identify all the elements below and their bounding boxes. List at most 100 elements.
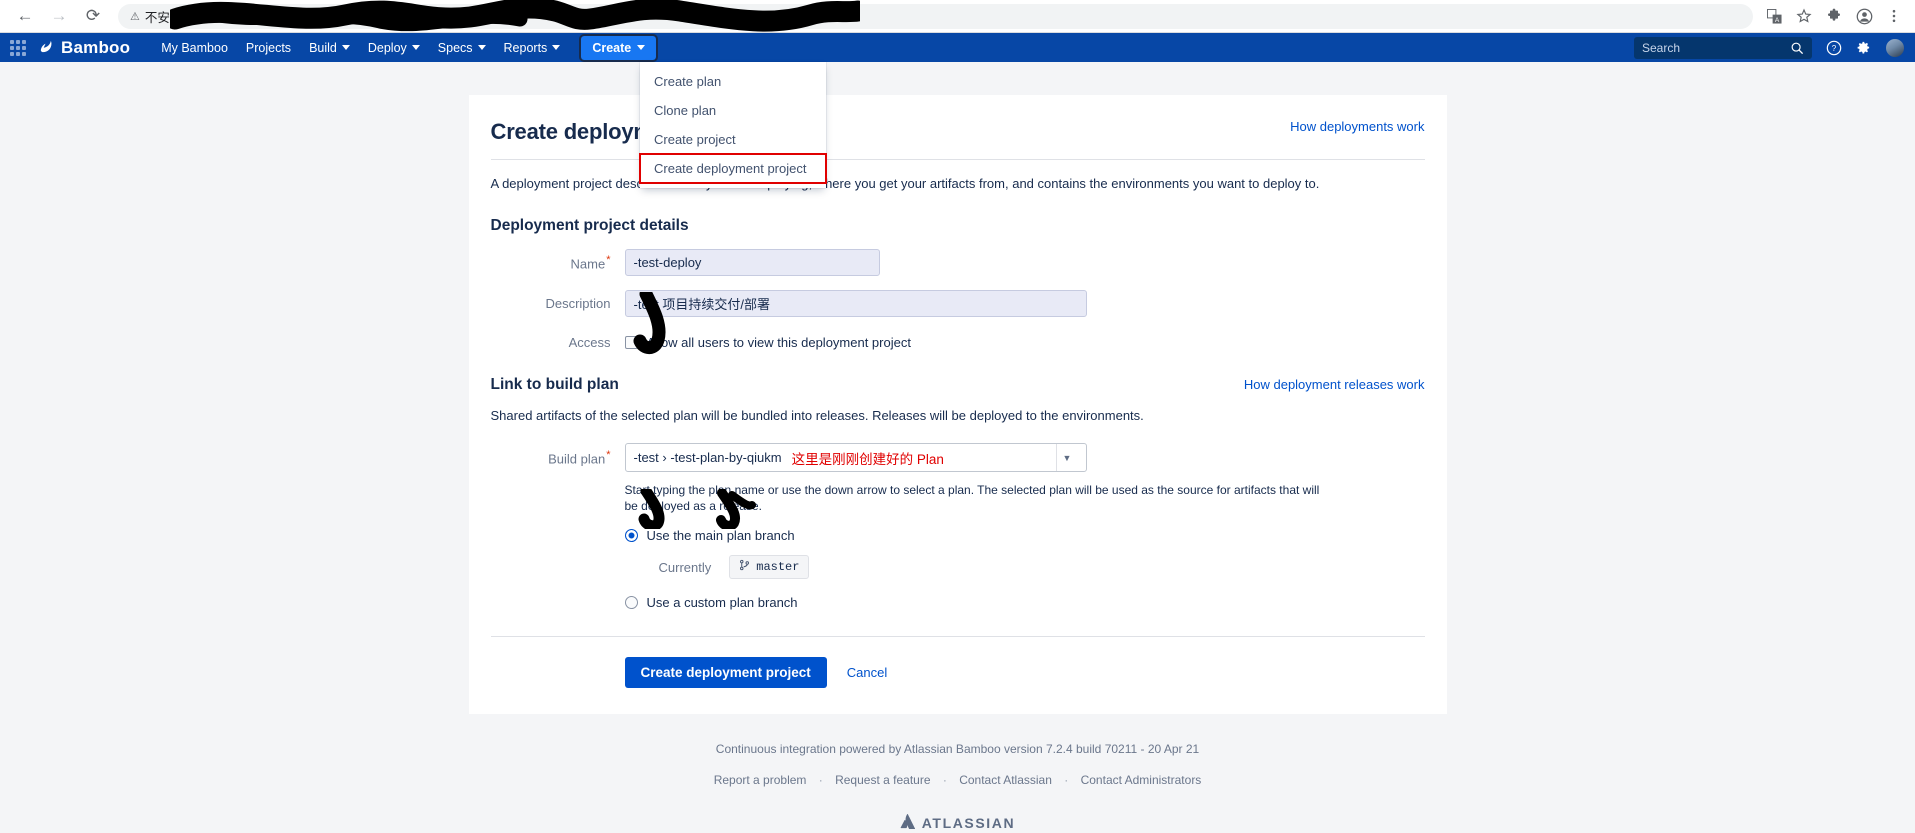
footer-link-request-feature[interactable]: Request a feature xyxy=(835,773,930,787)
translate-icon[interactable]: A xyxy=(1767,8,1782,24)
footer-link-contact-administrators[interactable]: Contact Administrators xyxy=(1081,773,1202,787)
allow-all-users-checkbox[interactable] xyxy=(624,336,638,349)
build-plan-value: -test › -test-plan-by-qiukm xyxy=(633,450,782,465)
name-label: Name* xyxy=(491,254,625,271)
required-asterisk: * xyxy=(606,448,611,461)
nav-deploy[interactable]: Deploy xyxy=(359,37,429,59)
name-input[interactable]: -test-deploy xyxy=(624,249,880,276)
details-section-heading: Deployment project details xyxy=(490,217,689,234)
chevron-down-icon xyxy=(411,45,420,50)
search-icon[interactable] xyxy=(1790,41,1804,55)
allow-all-users-label: Allow all users to view this deployment … xyxy=(646,335,911,350)
link-section-header: Link to build plan How deployment releas… xyxy=(491,376,1425,394)
cancel-link[interactable]: Cancel xyxy=(847,665,887,680)
use-custom-branch-radio[interactable] xyxy=(624,596,638,610)
nav-label: Deploy xyxy=(367,40,407,55)
title-divider xyxy=(490,159,1425,160)
form-actions: Create deployment project Cancel xyxy=(491,657,1425,689)
actions-divider xyxy=(490,636,1425,638)
menu-item-label: Clone plan xyxy=(654,103,717,118)
description-input[interactable]: -test 项目持续交付/部署 xyxy=(624,290,1087,317)
use-custom-branch-label: Use a custom plan branch xyxy=(646,595,798,611)
chevron-down-icon xyxy=(552,45,561,50)
create-dropdown-menu: Create plan Clone plan Create project Cr… xyxy=(639,62,827,188)
gear-icon[interactable] xyxy=(1856,40,1871,55)
footer-separator: · xyxy=(942,773,947,788)
menu-item-label: Create deployment project xyxy=(654,161,807,176)
bamboo-logo-icon xyxy=(38,38,55,58)
brand-label: Bamboo xyxy=(61,37,131,57)
use-main-branch-label: Use the main plan branch xyxy=(646,528,795,544)
page-body: Create deployment project How deployment… xyxy=(0,62,1915,833)
bamboo-brand[interactable]: Bamboo xyxy=(38,38,130,58)
use-main-branch-radio[interactable] xyxy=(624,529,638,543)
help-question-icon[interactable]: ? xyxy=(1826,40,1842,56)
nav-projects[interactable]: Projects xyxy=(237,37,300,59)
name-input-value: -test-deploy xyxy=(633,255,702,270)
footer-separator: · xyxy=(1064,773,1069,788)
menu-item-create-project[interactable]: Create project xyxy=(640,125,826,154)
header-right-actions: Search ? xyxy=(1634,36,1905,59)
how-deployments-work-link[interactable]: How deployments work xyxy=(1290,119,1424,134)
nav-label: My Bamboo xyxy=(161,40,228,55)
nav-label: Build xyxy=(309,40,337,55)
footer-link-report-problem[interactable]: Report a problem xyxy=(714,773,807,787)
required-asterisk: * xyxy=(606,253,611,266)
currently-branch-row: Currently master xyxy=(658,555,1425,580)
access-label: Access xyxy=(568,335,611,350)
nav-build[interactable]: Build xyxy=(300,37,359,59)
description-field-row: Description -test 项目持续交付/部署 xyxy=(491,290,1425,317)
search-input[interactable]: Search xyxy=(1634,36,1812,59)
app-switcher-grid-icon[interactable] xyxy=(8,38,28,58)
search-placeholder: Search xyxy=(1642,40,1681,55)
card-header: Create deployment project How deployment… xyxy=(491,119,1425,145)
warning-triangle-icon: ⚠ xyxy=(130,10,140,23)
create-deployment-card: Create deployment project How deployment… xyxy=(468,95,1447,715)
extensions-puzzle-icon[interactable] xyxy=(1826,8,1842,24)
use-custom-branch-row[interactable]: Use a custom plan branch xyxy=(624,595,1425,611)
currently-label: Currently xyxy=(658,559,712,575)
nav-label: Projects xyxy=(245,40,292,55)
version-line: Continuous integration powered by Atlass… xyxy=(715,742,1200,757)
description-label: Description xyxy=(545,296,611,311)
browser-actions: A xyxy=(1767,8,1905,25)
how-deployment-releases-work-link[interactable]: How deployment releases work xyxy=(1244,377,1425,392)
nav-my-bamboo[interactable]: My Bamboo xyxy=(152,37,237,59)
atlassian-label: ATLASSIAN xyxy=(921,814,1016,831)
nav-specs[interactable]: Specs xyxy=(429,37,495,59)
footer-separator: · xyxy=(818,773,823,788)
chevron-down-icon xyxy=(637,45,646,50)
build-plan-label: Build plan* xyxy=(491,449,625,466)
nav-reports[interactable]: Reports xyxy=(495,37,570,59)
chevron-down-icon[interactable]: ▼ xyxy=(1055,444,1078,471)
use-main-branch-row[interactable]: Use the main plan branch xyxy=(624,528,1425,544)
footer-link-contact-atlassian[interactable]: Contact Atlassian xyxy=(959,773,1052,787)
bookmark-star-icon[interactable] xyxy=(1796,8,1812,24)
menu-item-label: Create plan xyxy=(654,74,722,89)
browser-menu-icon[interactable] xyxy=(1887,8,1901,24)
branch-badge[interactable]: master xyxy=(729,555,810,580)
forward-arrow-icon[interactable]: → xyxy=(44,1,74,31)
menu-item-clone-plan[interactable]: Clone plan xyxy=(640,96,826,125)
svg-text:?: ? xyxy=(1832,44,1837,53)
address-bar[interactable]: ⚠ 不安全 xyxy=(118,3,1753,29)
menu-item-label: Create project xyxy=(654,132,736,147)
chevron-down-icon xyxy=(341,45,350,50)
menu-item-create-plan[interactable]: Create plan xyxy=(640,67,826,96)
back-arrow-icon[interactable]: ← xyxy=(10,1,40,31)
create-button-label: Create xyxy=(592,40,632,55)
menu-item-create-deployment-project[interactable]: Create deployment project xyxy=(639,153,827,184)
description-input-value: -test 项目持续交付/部署 xyxy=(633,297,771,312)
create-button[interactable]: Create xyxy=(579,33,659,62)
build-plan-select[interactable]: -test › -test-plan-by-qiukm 这里是刚刚创建好的 Pl… xyxy=(624,443,1087,472)
profile-avatar-icon[interactable] xyxy=(1856,8,1873,25)
security-status-label: 不安全 xyxy=(144,10,183,25)
nav-label: Specs xyxy=(437,40,473,55)
omnibox-divider xyxy=(190,8,192,24)
intro-text: A deployment project describes what you … xyxy=(490,176,1320,191)
page-footer: Continuous integration powered by Atlass… xyxy=(0,742,1915,832)
reload-icon[interactable]: ⟳ xyxy=(78,1,108,31)
user-avatar[interactable] xyxy=(1885,37,1905,58)
create-deployment-project-button[interactable]: Create deployment project xyxy=(624,657,827,689)
link-section-heading: Link to build plan xyxy=(490,376,619,393)
